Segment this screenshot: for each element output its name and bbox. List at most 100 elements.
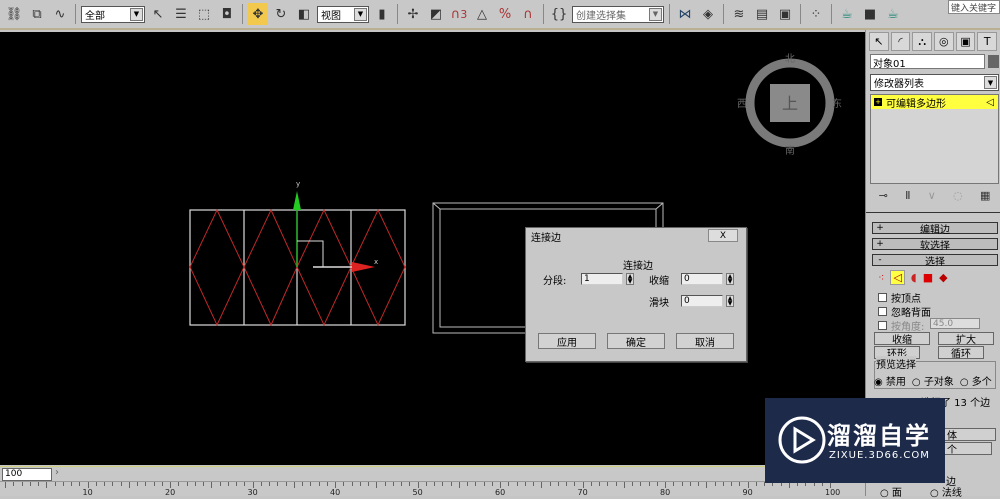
ruler-tick — [574, 482, 576, 486]
by-vertex-checkbox[interactable]: 按顶点 — [878, 290, 921, 305]
render-icon[interactable]: ☕ — [883, 3, 903, 25]
ruler-tick — [632, 482, 633, 486]
frame-counter[interactable]: 100 — [2, 468, 52, 481]
viewcube[interactable]: 上 北 南 东 西 — [737, 53, 842, 157]
element-mode-icon[interactable]: ◆ — [939, 271, 947, 284]
modify-tab-icon[interactable]: ◜ — [890, 32, 911, 51]
slide-input[interactable]: 0 — [681, 295, 723, 307]
motion-tab-icon[interactable]: ◎ — [934, 32, 954, 51]
material-editor-icon[interactable]: ⁘ — [806, 3, 826, 25]
ok-button[interactable]: 确定 — [607, 333, 665, 349]
snap-toggle-icon[interactable]: ∩ 3 — [449, 3, 469, 25]
preview-multi-radio[interactable]: ○ 多个 — [960, 373, 992, 388]
edge-mode-icon[interactable]: ◁ — [890, 270, 905, 285]
rollout-selection[interactable]: - 选择 — [872, 254, 998, 268]
align-icon[interactable]: ◈ — [698, 3, 718, 25]
configure-sets-icon[interactable]: ▦ — [980, 189, 990, 202]
ruler-tick — [409, 482, 411, 486]
create-tab-icon[interactable]: ↖ — [869, 32, 889, 51]
spinner-snap-icon[interactable]: ∩ — [518, 3, 538, 25]
ruler-tick — [557, 482, 559, 486]
pinch-input[interactable]: 0 — [681, 273, 723, 285]
ruler-tick — [458, 482, 460, 488]
angle-snap-icon[interactable]: △ — [472, 3, 492, 25]
shrink-button[interactable]: 收缩 — [874, 332, 930, 346]
segments-input[interactable]: 1 — [581, 273, 623, 285]
object-color-swatch[interactable] — [988, 55, 999, 68]
border-mode-icon[interactable]: ◖ — [911, 271, 917, 284]
preview-disabled-radio[interactable]: ◉ 禁用 — [874, 373, 906, 388]
time-slider[interactable]: 100 › — [0, 466, 865, 481]
close-button[interactable]: X — [708, 229, 738, 242]
ruler-tick — [310, 482, 312, 486]
ruler-tick — [508, 482, 510, 486]
unlink-icon[interactable]: ⧉ — [27, 3, 47, 25]
segments-spinner[interactable]: ▲ ▼ — [626, 273, 634, 285]
rollout-soft-selection[interactable]: + 软选择 — [872, 238, 998, 252]
preview-subobject-radio[interactable]: ○ 子对象 — [912, 373, 954, 388]
modifier-list-dropdown[interactable]: 修改器列表 ▼ — [870, 74, 999, 91]
object-name-input[interactable]: 对象01 — [870, 54, 985, 70]
show-end-result-icon[interactable]: Ⅱ — [905, 189, 910, 202]
rect-selection-icon[interactable]: ⬚ — [194, 3, 214, 25]
keyboard-shortcut-icon[interactable]: ◩ — [426, 3, 446, 25]
ref-coord-dropdown[interactable]: 视图 ▼ — [317, 5, 369, 23]
named-selection-dropdown[interactable]: 创建选择集 ▼ — [572, 5, 664, 23]
selection-filter-dropdown[interactable]: 全部 ▼ — [81, 5, 145, 23]
connect-edges-dialog: 连接边 X 连接边 分段: 1 ▲ ▼ 收缩 0 ▲ ▼ 滑块 0 ▲ ▼ 应用 确定… — [525, 227, 747, 362]
percent-snap-icon[interactable]: % — [495, 3, 515, 25]
ruler-tick — [186, 482, 188, 486]
ruler-tick — [277, 482, 279, 486]
expand-icon[interactable]: + — [874, 98, 882, 106]
polygon-mode-icon[interactable]: ■ — [923, 271, 933, 284]
hierarchy-tab-icon[interactable]: ⛬ — [912, 32, 933, 51]
rotate-icon[interactable]: ↻ — [271, 3, 291, 25]
ignore-backfacing-checkbox[interactable]: 忽略背面 — [878, 304, 931, 319]
next-frame-icon[interactable]: › — [55, 467, 59, 478]
ruler-tick — [706, 482, 708, 488]
stack-item-editable-poly[interactable]: + 可编辑多边形 ◁ — [871, 95, 998, 110]
edit-named-selection-icon[interactable]: {} — [549, 3, 569, 25]
manipulate-icon[interactable]: ✢ — [403, 3, 423, 25]
bind-spacewarp-icon[interactable]: ∿ — [50, 3, 70, 25]
rendered-frame-icon[interactable]: ■ — [860, 3, 880, 25]
partial-button-1[interactable]: 体 — [936, 428, 996, 442]
ruler-tick — [219, 482, 221, 486]
render-setup-icon[interactable]: ☕ — [837, 3, 857, 25]
cancel-button[interactable]: 取消 — [676, 333, 734, 349]
ruler-tick — [623, 482, 625, 488]
schematic-view-icon[interactable]: ▣ — [775, 3, 795, 25]
mirror-icon[interactable]: ⋈ — [675, 3, 695, 25]
apply-button[interactable]: 应用 — [538, 333, 596, 349]
rollout-edit-edges[interactable]: + 编辑边 — [872, 222, 998, 236]
search-input[interactable]: 键入关键字 — [948, 0, 1000, 14]
move-icon[interactable]: ✥ — [248, 3, 268, 25]
select-link-icon[interactable]: ⛓ — [4, 3, 24, 25]
make-unique-icon[interactable]: ∨ — [928, 189, 936, 202]
scale-icon[interactable]: ◧ — [294, 3, 314, 25]
pinch-spinner[interactable]: ▲ ▼ — [726, 273, 734, 285]
face-radio[interactable]: ○ 面 — [880, 484, 902, 499]
ruler-tick — [475, 482, 477, 486]
curve-editor-icon[interactable]: ▤ — [752, 3, 772, 25]
remove-modifier-icon[interactable]: ◌ — [953, 189, 963, 202]
vertex-mode-icon[interactable]: ⁖ — [878, 271, 884, 284]
select-object-icon[interactable]: ↖ — [148, 3, 168, 25]
layer-manager-icon[interactable]: ≋ — [729, 3, 749, 25]
ruler-label: 70 — [577, 488, 588, 496]
slide-spinner[interactable]: ▲ ▼ — [726, 295, 734, 307]
pivot-center-icon[interactable]: ▮ — [372, 3, 392, 25]
loop-button[interactable]: 循环 — [938, 346, 984, 360]
pin-stack-icon[interactable]: ⊸ — [879, 189, 888, 202]
display-tab-icon[interactable]: ▣ — [955, 32, 976, 51]
window-crossing-icon[interactable]: ◘ — [217, 3, 237, 25]
utilities-tab-icon[interactable]: T — [977, 32, 998, 51]
track-bar[interactable]: 10 20 30 40 50 60 70 80 90 100 — [0, 481, 865, 496]
svg-text:西: 西 — [737, 99, 747, 110]
select-by-name-icon[interactable]: ☰ — [171, 3, 191, 25]
ruler-tick — [615, 482, 617, 486]
normal-radio[interactable]: ○ 法线 — [930, 484, 962, 499]
angle-input[interactable]: 45.0 — [930, 318, 980, 329]
grow-button[interactable]: 扩大 — [938, 332, 994, 346]
ruler-tick — [755, 482, 757, 486]
